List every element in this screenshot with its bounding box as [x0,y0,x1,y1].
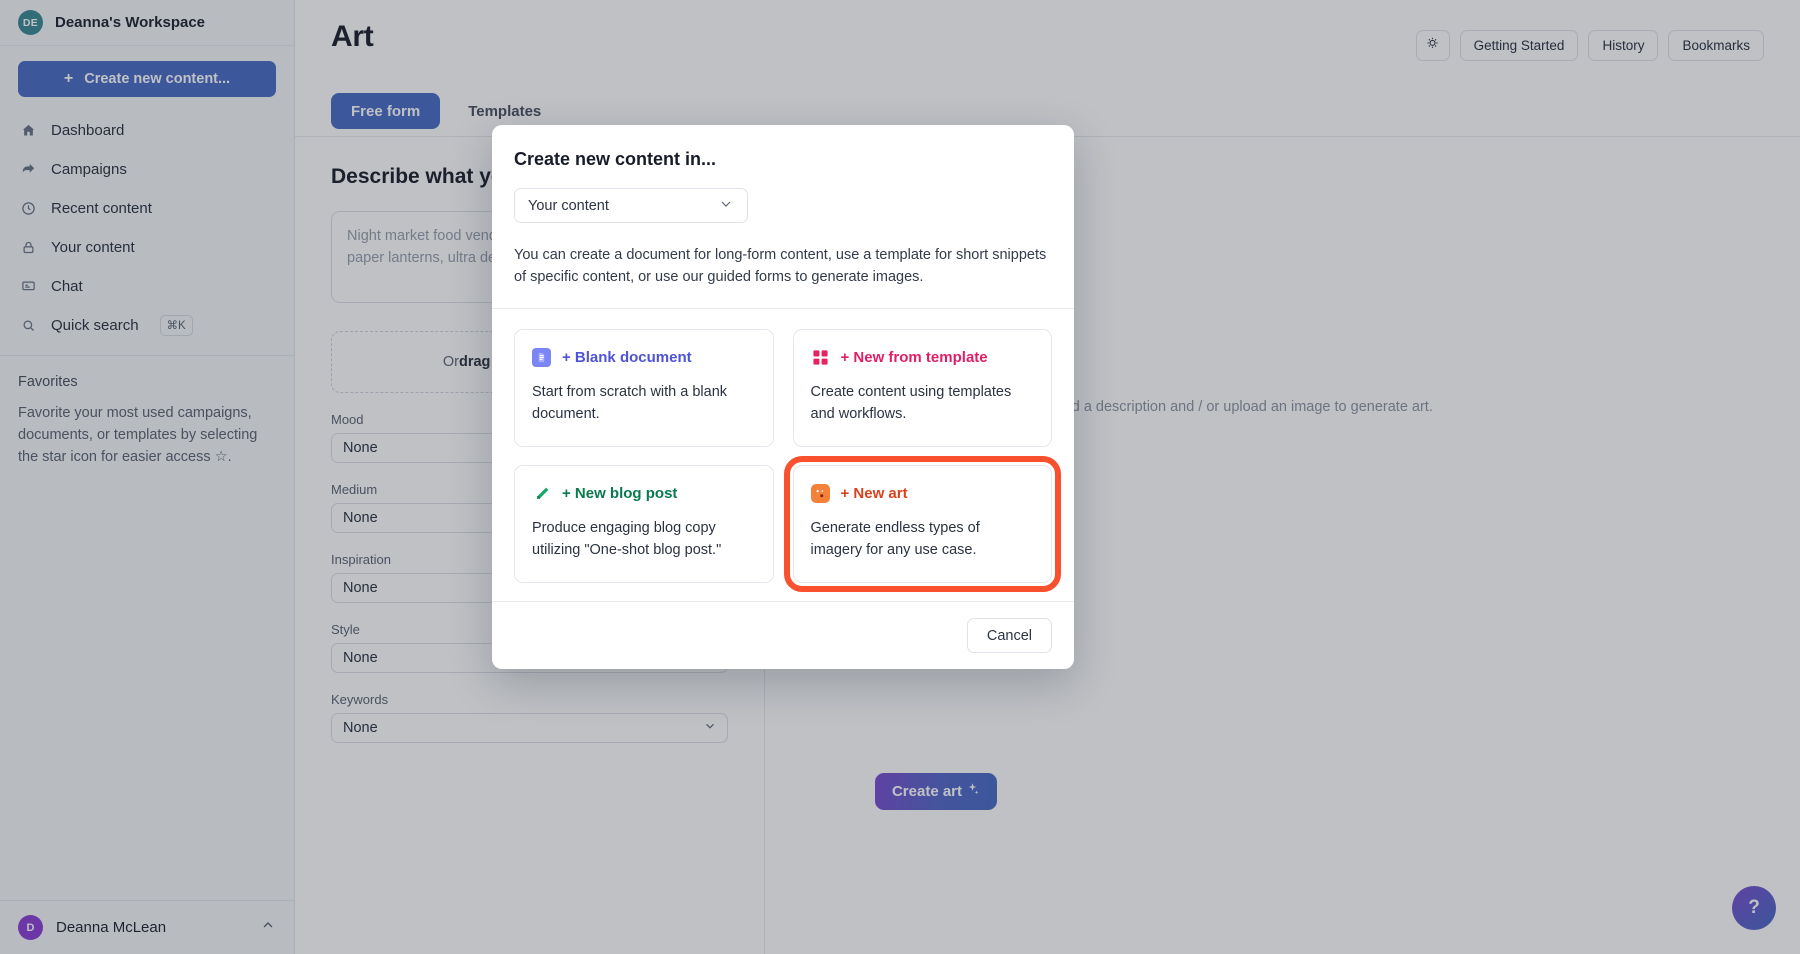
option-title: + New art [841,485,908,502]
option-title: + Blank document [562,349,692,366]
pencil-icon [532,484,551,503]
option-new-art[interactable]: + New art Generate endless types of imag… [793,465,1053,583]
option-title: + New blog post [562,485,677,502]
modal-options-grid: + Blank document Start from scratch with… [492,308,1074,601]
option-new-from-template[interactable]: + New from template Create content using… [793,329,1053,447]
chevron-down-icon [718,196,734,216]
option-description: Produce engaging blog copy utilizing "On… [532,517,756,561]
app-root: DE Deanna's Workspace + Create new conte… [0,0,1800,954]
create-content-modal: Create new content in... Your content Yo… [492,125,1074,669]
option-title: + New from template [841,349,988,366]
option-header: + New art [811,484,1035,503]
modal-footer: Cancel [492,601,1074,669]
modal-title: Create new content in... [514,149,1052,170]
option-header: + New blog post [532,484,756,503]
option-description: Generate endless types of imagery for an… [811,517,1035,561]
location-select-value: Your content [528,198,609,214]
option-header: + New from template [811,348,1035,367]
option-new-blog-post[interactable]: + New blog post Produce engaging blog co… [514,465,774,583]
modal-description: You can create a document for long-form … [514,244,1052,288]
option-blank-document[interactable]: + Blank document Start from scratch with… [514,329,774,447]
option-description: Start from scratch with a blank document… [532,381,756,425]
modal-header: Create new content in... Your content Yo… [492,125,1074,308]
grid-icon [811,348,830,367]
palette-icon [811,484,830,503]
option-description: Create content using templates and workf… [811,381,1035,425]
option-header: + Blank document [532,348,756,367]
document-icon [532,348,551,367]
cancel-button[interactable]: Cancel [967,618,1052,653]
location-select[interactable]: Your content [514,188,748,223]
